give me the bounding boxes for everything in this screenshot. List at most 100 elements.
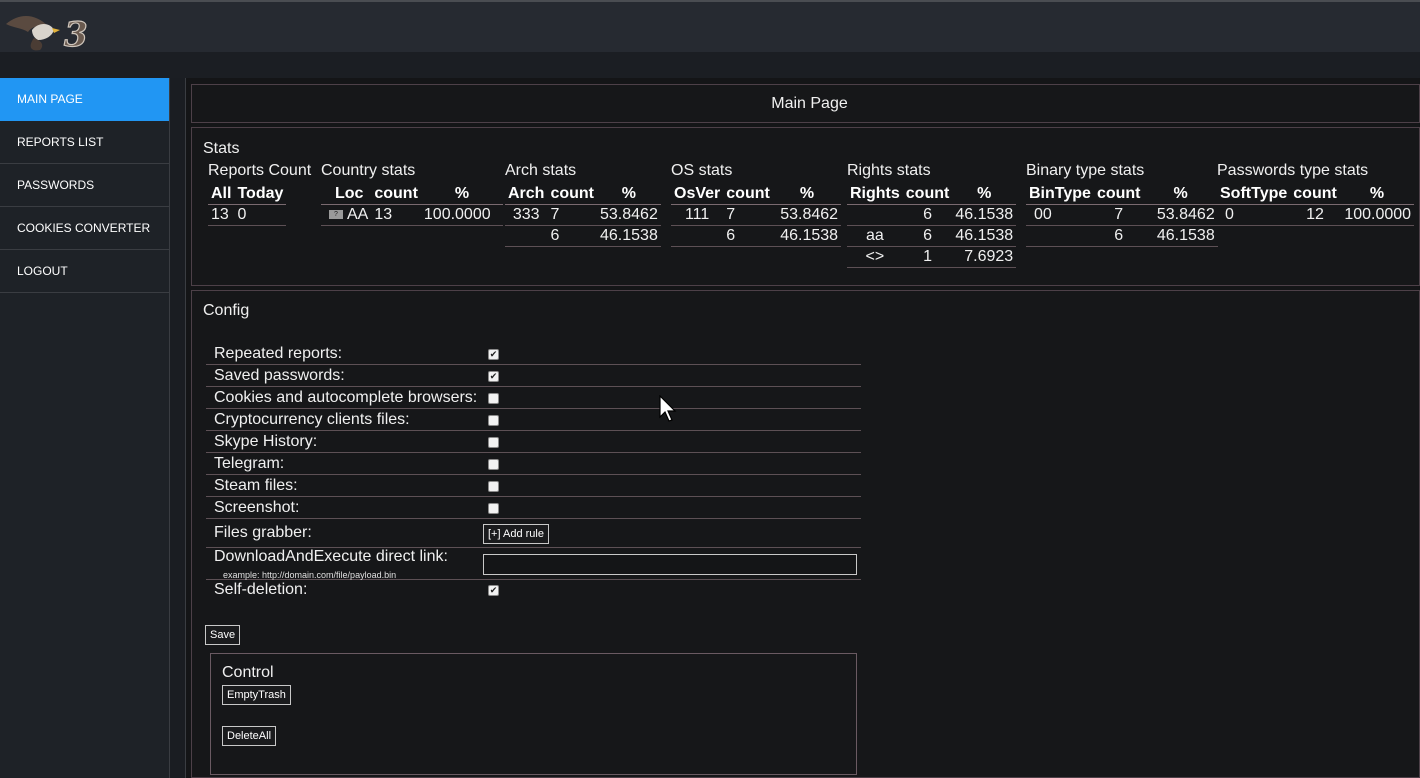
delete-all-button[interactable]: DeleteAll [222,726,277,746]
table-cell: 6 [1093,225,1144,247]
table-cell: 13 [208,204,235,226]
column-header: count [902,183,953,205]
reports-count-group: Reports Count All Today 13 0 [208,162,311,226]
table-row: 13 0 [208,204,287,226]
page-title: Main Page [771,95,848,112]
nav-item-main-page[interactable]: MAIN PAGE [0,78,169,121]
table-cell: 6 [723,225,773,247]
table-row: <> 1 7.6923 [847,246,1017,268]
option-label: Skype History: [214,433,318,450]
passwords-type-stats-title: Passwords type stats [1217,162,1369,179]
cryptocurrency-checkbox[interactable] [488,415,499,426]
rights-stats-table: Rights count % 6 46.1538 aa 6 46.1538 <>… [847,183,1017,268]
country-stats-group: Country stats Loc count % ? AA 13 100.000… [321,162,504,226]
config-row: Repeated reports: ✔ [206,344,861,365]
download-execute-example: example: http://domain.com/file/payload.… [223,570,397,580]
config-row: Saved passwords: ✔ [206,366,861,387]
binary-type-stats-title: Binary type stats [1026,162,1145,179]
stats-heading: Stats [203,140,240,157]
telegram-checkbox[interactable] [488,459,499,470]
skype-history-checkbox[interactable] [488,437,499,448]
option-label: Cookies and autocomplete browsers: [214,389,478,406]
sidebar: MAIN PAGE REPORTS LIST PASSWORDS COOKIES… [0,78,170,778]
table-cell: 46.1538 [597,225,661,247]
unknown-flag-icon: ? [329,210,343,220]
table-cell: 6 [902,204,953,226]
eagle-logo-icon: 3 [6,14,88,54]
empty-trash-button[interactable]: EmptyTrash [222,685,291,705]
page-title-panel: Main Page [191,84,1420,123]
config-heading: Config [203,302,250,319]
os-stats-title: OS stats [671,162,733,179]
column-header: count [547,183,597,205]
config-row: Steam files: [206,476,861,497]
arch-stats-group: Arch stats Arch count % 333 7 53.8462 6 … [505,162,661,247]
nav-item-logout[interactable]: LOGOUT [0,250,169,293]
table-cell: 6 [547,225,597,247]
country-code: AA [347,206,369,223]
rights-stats-group: Rights stats Rights count % 6 46.1538 aa… [847,162,1017,268]
table-cell: 7 [1093,204,1144,226]
binary-type-stats-group: Binary type stats BinType count % 00 7 5… [1026,162,1218,247]
passwords-type-stats-group: Passwords type stats SoftType count % 0 … [1217,162,1415,226]
table-cell: 7 [547,204,597,226]
table-row: 6 46.1538 [1026,225,1218,247]
table-cell: aa [847,225,903,247]
table-row: 333 7 53.8462 [505,204,661,226]
table-cell: 46.1538 [952,204,1017,226]
table-cell [505,225,548,247]
table-cell: 111 [671,204,724,226]
table-cell [1026,225,1094,247]
column-header: BinType [1026,183,1094,205]
option-label: DownloadAndExecute direct link: [214,548,448,565]
table-row: 111 7 53.8462 [671,204,842,226]
top-bar: 3 [0,0,1420,54]
nav-item-reports-list[interactable]: REPORTS LIST [0,121,169,164]
column-header: SoftType [1217,183,1291,205]
column-header: Rights [847,183,903,205]
table-row: aa 6 46.1538 [847,225,1017,247]
binary-type-stats-table: BinType count % 00 7 53.8462 6 46.1538 [1026,183,1218,247]
cookies-autocomplete-checkbox[interactable] [488,393,499,404]
repeated-reports-checkbox[interactable]: ✔ [488,349,499,360]
column-header: % [597,183,661,205]
arch-stats-table: Arch count % 333 7 53.8462 6 46.1538 [505,183,661,247]
table-row: ? AA 13 100.0000 [321,204,504,226]
rights-stats-title: Rights stats [847,162,931,179]
svg-text:3: 3 [64,15,88,54]
option-label: Cryptocurrency clients files: [214,411,410,428]
screenshot-checkbox[interactable] [488,503,499,514]
stats-panel: Stats Reports Count All Today 13 0 Count… [191,127,1420,286]
reports-count-title: Reports Count [208,162,312,179]
table-cell: 333 [505,204,548,226]
column-header: Today [234,183,287,205]
config-row: Skype History: [206,432,861,453]
table-cell: 100.0000 [1339,204,1415,226]
saved-passwords-checkbox[interactable]: ✔ [488,371,499,382]
option-label: Saved passwords: [214,367,345,384]
self-deletion-checkbox[interactable]: ✔ [488,585,499,596]
control-heading: Control [222,664,274,681]
config-row: Cryptocurrency clients files: [206,410,861,431]
column-header: count [371,183,421,205]
nav-item-passwords[interactable]: PASSWORDS [0,164,169,207]
table-cell: 1 [902,246,953,268]
column-header: Arch [505,183,548,205]
column-header: All [208,183,235,205]
table-cell: 53.8462 [597,204,661,226]
control-section: Control EmptyTrash DeleteAll [210,653,857,775]
passwords-type-stats-table: SoftType count % 0 12 100.0000 [1217,183,1415,226]
table-cell: 7.6923 [952,246,1017,268]
table-cell: 0 [234,204,287,226]
nav-item-cookies-converter[interactable]: COOKIES CONVERTER [0,207,169,250]
config-row: Screenshot: [206,498,861,519]
download-execute-link-input[interactable] [483,554,857,575]
column-header: count [1093,183,1144,205]
add-rule-button[interactable]: [+] Add rule [483,524,549,544]
config-row: Cookies and autocomplete browsers: [206,388,861,409]
config-panel: Config Repeated reports: ✔ Saved passwor… [191,290,1420,778]
save-button[interactable]: Save [205,625,241,645]
steam-files-checkbox[interactable] [488,481,499,492]
table-cell: 53.8462 [1143,204,1218,226]
country-stats-title: Country stats [321,162,416,179]
